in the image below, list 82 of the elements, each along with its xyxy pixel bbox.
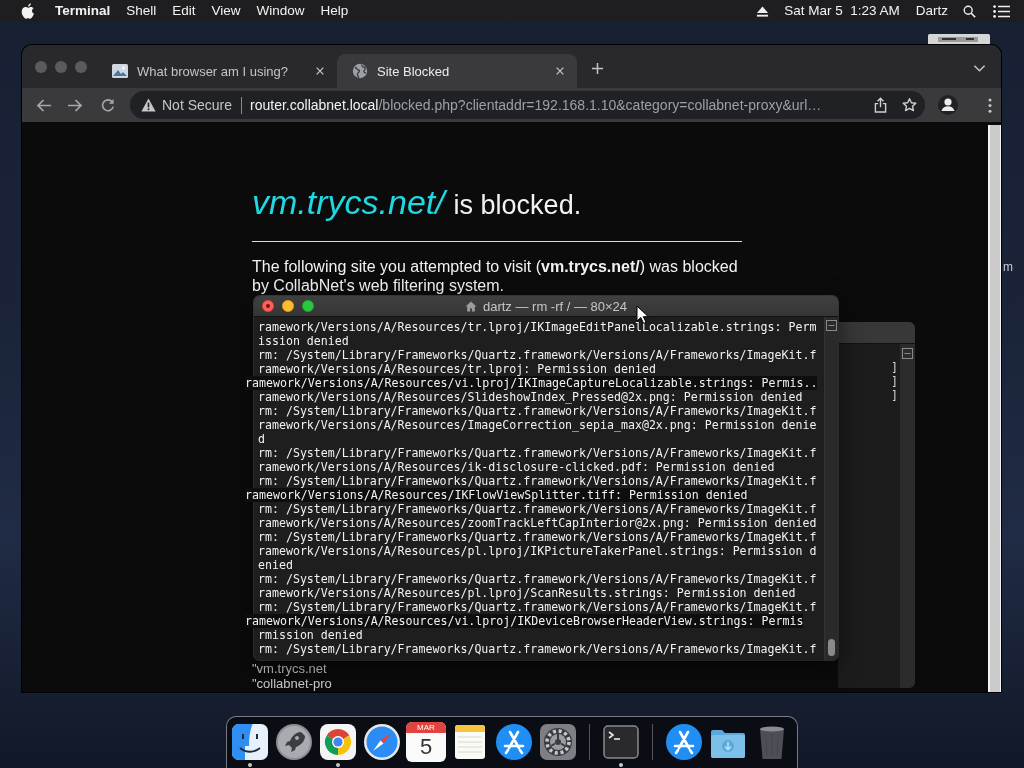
terminal-text: ] — [891, 360, 898, 374]
minus-square-icon[interactable] — [902, 348, 913, 359]
list-icon[interactable] — [993, 4, 1010, 18]
new-tab-icon[interactable] — [591, 62, 604, 75]
terminal-line: rm: /System/Library/Frameworks/Quartz.framework/Versions/A/Frameworks/ImageKit.f — [258, 404, 818, 418]
user-name[interactable]: Dartz — [907, 0, 956, 22]
gear-icon[interactable] — [538, 722, 578, 762]
address-bar[interactable]: Not Secure router.collabnet.local/blocked.php?clientaddr=192.168.1.10&category=collabnet-proxy&url… — [130, 91, 925, 119]
forward-arrow-icon — [67, 97, 83, 113]
minimize-icon[interactable] — [282, 300, 294, 312]
drive-icon[interactable] — [928, 34, 990, 45]
landscape-picture-icon — [112, 63, 128, 79]
close-icon[interactable] — [555, 66, 565, 76]
heading-text: is blocked. — [453, 190, 582, 220]
terminal-line: ramework/Versions/A/Resources/ImageCorrection_sepia_max@2x.png: Permission denie — [258, 418, 818, 432]
terminal-line: ramework/Versions/A/Resources/zoomTrackLeftCapInterior@2x.png: Permission denied — [258, 516, 818, 530]
scrollbar[interactable] — [824, 317, 838, 660]
block-message: The following site you attempted to visit (vm.trycs.net/) was blocked by CollabNet's web filtering system. — [252, 257, 739, 295]
terminal-text: ] — [891, 388, 898, 402]
terminal-line: d — [258, 432, 266, 446]
menu-item[interactable]: View — [203, 0, 249, 22]
terminal-line: enied — [258, 558, 294, 572]
terminal-line: rm: /System/Library/Frameworks/Quartz.framework/Versions/A/Frameworks/ImageKit.f — [258, 572, 818, 586]
terminal-line: rmission denied — [258, 628, 364, 642]
menu-item[interactable]: Help — [312, 0, 357, 22]
calendar-day: 5 — [419, 733, 433, 761]
calendar-icon[interactable]: MAR 5 — [406, 722, 446, 762]
reload-icon — [100, 97, 116, 113]
calendar-month: MAR — [406, 722, 446, 733]
terminal-line: rm: /System/Library/Frameworks/Quartz.framework/Versions/A/Frameworks/ImageKit.f — [258, 446, 818, 460]
scrollbar[interactable] — [900, 344, 915, 688]
rocket-icon[interactable] — [274, 722, 314, 762]
share-icon[interactable] — [874, 97, 887, 113]
detail-text: "vm.trycs.net — [252, 661, 328, 676]
pointer-cursor-icon — [636, 305, 649, 324]
terminal-line: ramework/Versions/A/Resources/SlideshowIndex_Pressed@2x.png: Permission denied — [258, 390, 804, 404]
terminal-line: rm: /System/Library/Frameworks/Quartz.framework/Versions/A/Frameworks/ImageKit.f — [258, 474, 818, 488]
close-icon[interactable] — [315, 66, 325, 76]
desktop-icon-label: m — [1003, 260, 1013, 274]
terminal-line: rm: /System/Library/Frameworks/Quartz.framework/Versions/A/Frameworks/ImageKit.f — [258, 348, 818, 362]
app-menu[interactable]: Terminal — [47, 0, 119, 22]
minus-square-icon[interactable] — [826, 320, 837, 331]
detail-text: "collabnet-pro — [252, 676, 333, 691]
terminal-line: ramework/Versions/A/Resources/pl.lproj/ScanResults.strings: Permission denied — [258, 586, 797, 600]
compass-icon[interactable] — [362, 722, 402, 762]
browser-tab[interactable]: Site Blocked — [337, 54, 577, 88]
search-icon[interactable] — [963, 4, 976, 18]
terminal-line: ramework/Versions/A/Resources/tr.lproj: Permission denied — [258, 362, 657, 376]
security-label: Not Secure — [162, 97, 233, 113]
warning-icon — [141, 98, 156, 112]
url-text: router.collabnet.local/blocked.php?clientaddr=192.168.1.10&category=collabnet-proxy&url… — [250, 97, 823, 113]
globe-icon — [352, 63, 368, 79]
menu-item[interactable]: Edit — [164, 0, 204, 22]
back-arrow-icon — [36, 97, 52, 113]
terminal-line: ission denied — [258, 334, 350, 348]
terminal-icon[interactable] — [601, 722, 641, 762]
apple-icon[interactable] — [21, 2, 35, 20]
zoom-icon[interactable] — [302, 300, 314, 312]
chevron-down-icon[interactable] — [973, 64, 986, 73]
terminal-line: rm: /System/Library/Frameworks/Quartz.framework/Versions/A/Frameworks/ImageKit.f — [258, 600, 818, 614]
more-icon[interactable] — [988, 97, 992, 113]
terminal-line: rm: /System/Library/Frameworks/Quartz.framework/Versions/A/Frameworks/ImageKit.f — [258, 502, 818, 516]
terminal-line: ramework/Versions/A/Resources/pl.lproj/IKPictureTakerPanel.strings: Permission d — [258, 544, 818, 558]
terminal-line: rm: /System/Library/Frameworks/Quartz.framework/Versions/A/Frameworks/ImageKit.f — [258, 642, 818, 656]
app-store-icon[interactable] — [664, 722, 704, 762]
terminal-line: rm: /System/Library/Frameworks/Quartz.framework/Versions/A/Frameworks/ImageKit.f — [258, 530, 818, 544]
menu-item[interactable]: Window — [248, 0, 313, 22]
profile-icon[interactable] — [937, 94, 959, 116]
close-icon[interactable] — [262, 300, 274, 312]
terminal-line: ramework/Versions/A/Resources/ik-disclosure-clicked.pdf: Permission denied — [258, 460, 776, 474]
face-icon[interactable] — [230, 722, 270, 762]
clock[interactable]: Sat Mar 5 1:23 AM — [776, 0, 908, 22]
browser-tab[interactable]: What browser am I using? — [97, 54, 337, 88]
terminal-text: ] — [891, 374, 898, 388]
scroll-thumb[interactable] — [828, 639, 835, 656]
eject-icon[interactable] — [756, 4, 770, 18]
app-store-icon[interactable] — [494, 722, 534, 762]
menu-item[interactable]: Shell — [118, 0, 165, 22]
window-title: dartz — rm -rf / — 80×24 — [482, 298, 628, 314]
terminal-line: ramework/Versions/A/Resources/tr.lproj/IKImageEditPanelLocalizable.strings: Perm — [258, 320, 818, 334]
star-icon[interactable] — [902, 97, 917, 113]
house-icon — [464, 300, 477, 312]
